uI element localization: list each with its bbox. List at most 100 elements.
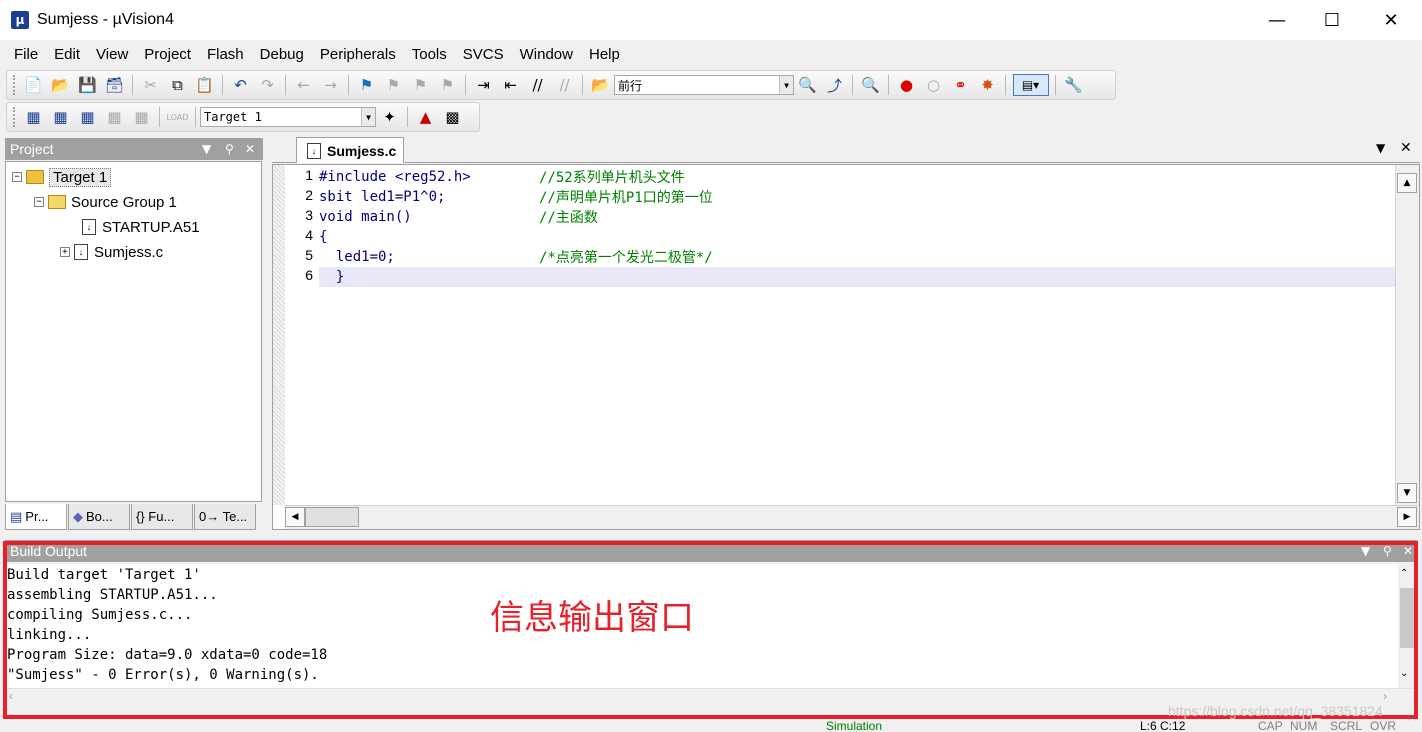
pane-menu-icon[interactable]: ▼ (1361, 540, 1370, 562)
scroll-up-icon[interactable]: ⌃ (1400, 568, 1408, 579)
tree-item-file[interactable]: + ↓ Sumjess.c (60, 241, 163, 263)
scroll-left-icon[interactable]: ◀ (285, 507, 305, 527)
paste-icon[interactable]: 📋 (194, 74, 216, 96)
build-horizontal-scrollbar[interactable]: ‹ › (5, 688, 1415, 704)
close-button[interactable]: ✕ (1362, 0, 1420, 40)
scroll-thumb[interactable] (305, 507, 359, 527)
breakpoint-icon[interactable]: ● (896, 74, 918, 96)
target-select[interactable]: Target 1 ▼ (200, 107, 376, 127)
unindent-icon[interactable]: ⇤ (500, 74, 522, 96)
prev-bookmark-icon[interactable]: ⚑ (383, 74, 405, 96)
nav-back-icon[interactable]: ← (293, 74, 315, 96)
maximize-button[interactable]: ☐ (1303, 0, 1361, 40)
code-area[interactable]: #include <reg52.h> //52系列单片机头文件 sbit led… (319, 165, 1395, 505)
scroll-right-icon[interactable]: ▶ (1397, 507, 1417, 527)
redo-icon[interactable]: ↷ (257, 74, 279, 96)
pin-icon[interactable]: ⚲ (225, 138, 234, 160)
tab-menu-icon[interactable]: ▼ (1376, 141, 1385, 155)
menu-tools[interactable]: Tools (404, 46, 455, 63)
toolbar-grip[interactable] (13, 75, 16, 95)
scroll-down-icon[interactable]: ⌄ (1400, 668, 1408, 679)
tree-item-group[interactable]: − Source Group 1 (34, 191, 177, 213)
menu-view[interactable]: View (88, 46, 136, 63)
build-icon[interactable]: ▦ (50, 106, 72, 128)
window-layout-icon[interactable]: ▤▾ (1012, 74, 1049, 96)
rebuild-icon[interactable]: ▦ (77, 106, 99, 128)
menu-project[interactable]: Project (136, 46, 199, 63)
menu-window[interactable]: Window (512, 46, 581, 63)
pane-menu-icon[interactable]: ▼ (202, 138, 211, 160)
save-all-icon[interactable]: 🗃 (104, 74, 126, 96)
menu-edit[interactable]: Edit (46, 46, 88, 63)
menu-file[interactable]: File (6, 46, 46, 63)
menu-svcs[interactable]: SVCS (455, 46, 512, 63)
menu-debug[interactable]: Debug (252, 46, 312, 63)
manage-multiproject-icon[interactable]: ▩ (442, 106, 464, 128)
build-output-text[interactable]: Build target 'Target 1' assembling START… (5, 564, 1400, 688)
clear-bookmarks-icon[interactable]: ⚑ (437, 74, 459, 96)
chevron-down-icon[interactable]: ▼ (361, 108, 375, 126)
open-folder-icon[interactable]: 📂 (50, 74, 72, 96)
scroll-up-icon[interactable]: ▲ (1397, 173, 1417, 193)
code-line[interactable]: sbit led1=P1^0; //声明单片机P1口的第一位 (319, 187, 1395, 207)
chevron-down-icon[interactable]: ▼ (779, 76, 793, 94)
tree-item-target[interactable]: − Target 1 (12, 166, 112, 188)
comment-icon[interactable]: // (527, 74, 549, 96)
next-bookmark-icon[interactable]: ⚑ (410, 74, 432, 96)
code-editor[interactable]: 1 2 3 4 5 6 #include <reg52.h> //52系列单片机… (272, 164, 1420, 530)
indent-icon[interactable]: ⇥ (473, 74, 495, 96)
kill-all-breakpoints-icon[interactable]: ✸ (977, 74, 999, 96)
collapse-icon[interactable]: − (12, 172, 22, 182)
uncomment-icon[interactable]: // (554, 74, 576, 96)
configure-icon[interactable]: 🔧 (1063, 74, 1085, 96)
disable-all-breakpoints-icon[interactable]: ⚭ (950, 74, 972, 96)
stop-build-icon[interactable]: ▦ (131, 106, 153, 128)
disable-breakpoint-icon[interactable]: ○ (923, 74, 945, 96)
editor-horizontal-scrollbar[interactable]: ◀ ▶ (285, 505, 1419, 529)
code-line[interactable]: #include <reg52.h> //52系列单片机头文件 (319, 167, 1395, 187)
scroll-down-icon[interactable]: ▼ (1397, 483, 1417, 503)
build-vertical-scrollbar[interactable]: ⌃ ⌄ (1398, 564, 1416, 688)
manage-components-icon[interactable]: ▲ (415, 106, 437, 128)
batch-build-icon[interactable]: ▦ (104, 106, 126, 128)
expand-icon[interactable]: + (60, 247, 70, 257)
scroll-thumb[interactable] (1400, 588, 1414, 648)
copy-icon[interactable]: ⧉ (167, 74, 189, 96)
tab-project[interactable]: ▤ Pr... (5, 504, 67, 530)
close-icon[interactable]: ✕ (1403, 540, 1413, 562)
scroll-left-icon[interactable]: ‹ (9, 689, 13, 703)
new-file-icon[interactable]: 📄 (23, 74, 45, 96)
editor-vertical-scrollbar[interactable]: ▲ ▼ (1395, 165, 1419, 505)
minimize-button[interactable]: — (1248, 0, 1306, 40)
target-options-icon[interactable]: ✦ (379, 106, 401, 128)
scroll-right-icon[interactable]: › (1383, 689, 1387, 703)
find-in-files-icon[interactable]: 📂 (590, 74, 612, 96)
undo-icon[interactable]: ↶ (230, 74, 252, 96)
pin-icon[interactable]: ⚲ (1383, 540, 1392, 562)
debug-session-icon[interactable]: 🔍 (860, 74, 882, 96)
tree-item-file[interactable]: ↓ STARTUP.A51 (82, 216, 200, 238)
code-line[interactable]: void main() //主函数 (319, 207, 1395, 227)
download-icon[interactable]: LOAD (167, 106, 189, 128)
code-line-current[interactable]: } (319, 267, 1395, 287)
bookmark-icon[interactable]: ⚑ (356, 74, 378, 96)
tab-sumjess-c[interactable]: ↓ Sumjess.c (296, 137, 404, 163)
save-icon[interactable]: 💾 (77, 74, 99, 96)
code-line[interactable]: { (319, 227, 1395, 247)
browse-icon[interactable]: ⤴ (824, 74, 846, 96)
incremental-find-icon[interactable]: 🔍 (797, 74, 819, 96)
nav-forward-icon[interactable]: → (320, 74, 342, 96)
cut-icon[interactable]: ✂ (140, 74, 162, 96)
menu-help[interactable]: Help (581, 46, 628, 63)
close-icon[interactable]: ✕ (245, 138, 255, 160)
menu-peripherals[interactable]: Peripherals (312, 46, 404, 63)
find-combo[interactable]: 前行 ▼ (614, 75, 794, 95)
tab-functions[interactable]: {} Fu... (131, 504, 193, 530)
tab-books[interactable]: ◆ Bo... (68, 504, 130, 530)
close-icon[interactable]: ✕ (1400, 140, 1412, 156)
code-line[interactable]: led1=0; /*点亮第一个发光二极管*/ (319, 247, 1395, 267)
collapse-icon[interactable]: − (34, 197, 44, 207)
toolbar-grip[interactable] (13, 107, 16, 127)
tab-templates[interactable]: 0→ Te... (194, 504, 256, 530)
translate-icon[interactable]: ▦ (23, 106, 45, 128)
